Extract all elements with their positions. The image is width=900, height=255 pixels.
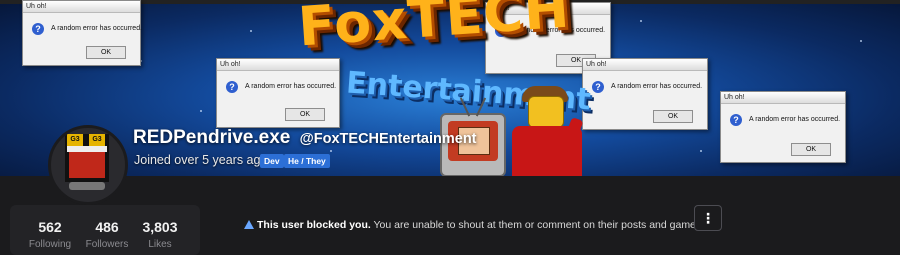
dialog-message: A random error has occurred. [51,25,143,32]
stat-followers[interactable]: 486 Followers [82,219,132,250]
profile-banner: Uh oh! ? A random error has occurred. OK… [0,0,900,176]
stat-value: 3,803 [142,219,178,235]
stats-card: 562 Following 486 Followers 3,803 Likes [10,205,200,255]
question-icon: ? [226,81,238,93]
display-name: REDPendrive.exe [133,127,291,148]
dialog-ok-button: OK [285,108,325,121]
question-icon: ? [592,81,604,93]
user-handle: @FoxTECHEntertainment [299,131,477,147]
stat-likes: 3,803 Likes [140,219,180,250]
avatar[interactable]: G3 G3 [48,125,128,205]
stat-label: Following [28,239,72,250]
warning-icon [244,220,254,229]
dialog-ok-button: OK [86,46,126,59]
joined-date: Joined over 5 years ago [134,153,268,167]
robot-head [528,96,564,128]
question-icon: ? [730,114,742,126]
role-tag-dev: Dev [260,154,284,168]
pronouns-tag: He / They [284,154,330,168]
question-icon: ? [32,23,44,35]
dialog-message: A random error has occurred. [245,83,337,90]
error-dialog: Uh oh! ? A random error has occurred. OK [582,58,708,130]
stat-value: 486 [95,219,119,235]
stat-value: 562 [38,219,62,235]
blocked-notice-text: You are unable to shout at them or comme… [370,219,705,231]
dialog-message: A random error has occurred. [749,116,841,123]
avatar-badge: G3 [67,134,83,146]
dialog-titlebar: Uh oh! [583,59,707,71]
username-heading: REDPendrive.exe @FoxTECHEntertainment [133,127,477,149]
stat-following[interactable]: 562 Following [28,219,72,250]
dialog-message: A random error has occurred. [611,83,703,90]
avatar-badge: G3 [89,134,105,146]
stat-label: Likes [148,239,172,250]
dialog-titlebar: Uh oh! [23,1,140,13]
dialog-titlebar: Uh oh! [217,59,339,71]
blocked-notice-title: This user blocked you. [257,219,371,231]
more-options-button[interactable]: ⋮ [694,205,722,231]
dialog-ok-button: OK [653,110,693,123]
error-dialog: Uh oh! ? A random error has occurred. OK [22,0,143,66]
blocked-notice: This user blocked you. You are unable to… [244,219,704,231]
dialog-titlebar: Uh oh! [721,92,845,104]
error-dialog: Uh oh! ? A random error has occurred. OK [720,91,846,163]
stat-label: Followers [85,239,129,250]
error-dialog: Uh oh! ? A random error has occurred. OK [216,58,340,128]
dialog-ok-button: OK [791,143,831,156]
